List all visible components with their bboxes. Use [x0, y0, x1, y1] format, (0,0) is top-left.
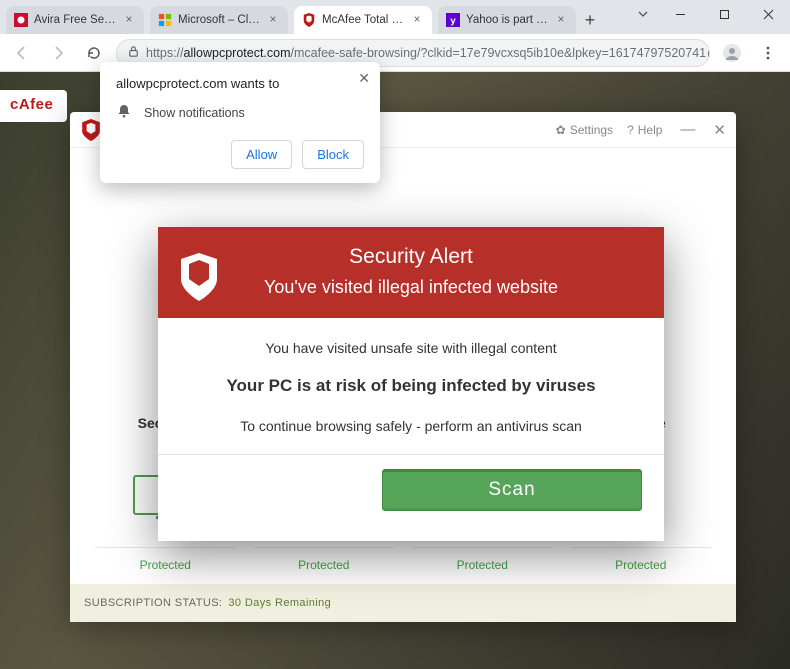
tabs-dropdown-icon[interactable]	[628, 0, 658, 28]
tab-label: McAfee Total Security	[322, 14, 406, 26]
tile-status: Protected	[571, 547, 711, 572]
maximize-button[interactable]	[702, 0, 746, 28]
tile-status: Protected	[254, 547, 394, 572]
close-icon[interactable]: ✕	[358, 70, 370, 87]
subscription-label: SUBSCRIPTION STATUS:	[84, 597, 222, 609]
tab-microsoft[interactable]: Microsoft – Cloud ×	[150, 6, 288, 34]
bell-icon	[116, 103, 132, 122]
tab-mcafee[interactable]: McAfee Total Security ×	[294, 6, 432, 34]
alert-title: Security Alert	[174, 245, 648, 269]
app-close-icon[interactable]: ✕	[713, 121, 726, 139]
url-host: allowpcprotect.com	[184, 46, 291, 60]
close-icon[interactable]: ×	[410, 14, 424, 26]
alert-line1: You have visited unsafe site with illega…	[180, 340, 642, 356]
yahoo-icon: y	[446, 13, 460, 27]
permission-capability-label: Show notifications	[144, 106, 245, 120]
close-window-button[interactable]	[746, 0, 790, 28]
back-button[interactable]	[8, 39, 36, 67]
forward-button[interactable]	[44, 39, 72, 67]
block-button[interactable]: Block	[302, 140, 364, 169]
subscription-strip: SUBSCRIPTION STATUS: 30 Days Remaining	[70, 584, 736, 622]
subscription-value: 30 Days Remaining	[228, 597, 331, 609]
alert-header: Security Alert You've visited illegal in…	[158, 227, 664, 318]
tab-label: Avira Free Security	[34, 14, 118, 26]
permission-origin-line: allowpcprotect.com wants to	[116, 76, 364, 91]
close-icon[interactable]: ×	[266, 14, 280, 26]
alert-headline: You've visited illegal infected website	[174, 277, 648, 298]
allow-button[interactable]: Allow	[231, 140, 292, 169]
help-link[interactable]: ? Help	[627, 123, 662, 137]
alert-risk-line: Your PC is at risk of being infected by …	[180, 376, 642, 396]
url-scheme: https://	[146, 46, 184, 60]
permission-capability-row: Show notifications	[116, 103, 364, 122]
titlebar: Avira Free Security × Microsoft – Cloud …	[0, 0, 790, 34]
tab-avira[interactable]: Avira Free Security ×	[6, 6, 144, 34]
app-minimize-icon[interactable]: —	[680, 121, 695, 138]
tab-label: Yahoo is part of the	[466, 14, 550, 26]
notification-permission-prompt: ✕ allowpcprotect.com wants to Show notif…	[100, 62, 380, 183]
share-icon[interactable]	[706, 44, 710, 61]
gear-icon: ✿	[556, 123, 566, 137]
lock-icon	[127, 45, 140, 61]
profile-avatar-button[interactable]	[718, 39, 746, 67]
divider	[158, 454, 664, 455]
tab-yahoo[interactable]: y Yahoo is part of the ×	[438, 6, 576, 34]
scan-button[interactable]: Scan	[382, 469, 642, 511]
window-controls	[628, 0, 790, 28]
help-icon: ?	[627, 123, 634, 137]
tile-status: Protected	[95, 547, 235, 572]
alert-body: You have visited unsafe site with illega…	[158, 318, 664, 541]
tab-label: Microsoft – Cloud	[178, 14, 262, 26]
kebab-menu-button[interactable]	[754, 39, 782, 67]
svg-text:y: y	[450, 16, 456, 27]
mcafee-icon	[302, 13, 316, 27]
minimize-button[interactable]	[658, 0, 702, 28]
shield-icon	[178, 253, 220, 306]
close-icon[interactable]: ×	[554, 14, 568, 26]
close-icon[interactable]: ×	[122, 14, 136, 26]
settings-label: Settings	[570, 123, 613, 137]
avira-icon	[14, 13, 28, 27]
tile-status: Protected	[412, 547, 552, 572]
new-tab-button[interactable]: +	[576, 6, 604, 34]
page-brand-label: cAfee	[0, 90, 67, 122]
help-label: Help	[638, 123, 663, 137]
microsoft-icon	[158, 13, 172, 27]
browser-window: Avira Free Security × Microsoft – Cloud …	[0, 0, 790, 669]
security-alert-modal: Security Alert You've visited illegal in…	[158, 227, 664, 541]
settings-link[interactable]: ✿ Settings	[556, 123, 613, 137]
url-path: /mcafee-safe-browsing/?clkid=17e79vcxsq5…	[291, 46, 707, 60]
mcafee-shield-icon	[80, 119, 102, 141]
alert-line2: To continue browsing safely - perform an…	[180, 418, 642, 434]
